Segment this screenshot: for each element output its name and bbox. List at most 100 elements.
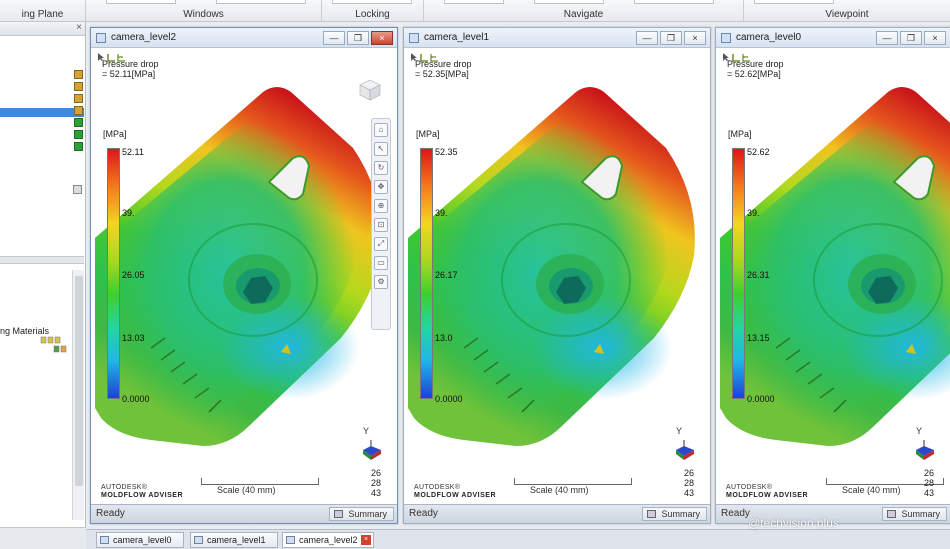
ribbon-windows-button[interactable] [106, 0, 176, 4]
model-viewport[interactable]: Pressure drop = 52.35[MPa] [MPa] 52.35 3… [404, 48, 710, 504]
task-status-icon [74, 94, 83, 103]
window-statusbar: Ready Summary [404, 504, 710, 523]
scale-label: Scale (40 mm) [842, 485, 901, 495]
tab-camera-level2[interactable]: camera_level2 × [282, 532, 374, 548]
result-value: = 52.35[MPa] [415, 69, 469, 79]
zoom-fit-icon[interactable]: ⤢ [374, 237, 388, 251]
tab-camera-level0[interactable]: camera_level0 [96, 532, 184, 548]
ribbon-navigate-button[interactable] [534, 0, 604, 4]
status-text: Ready [409, 508, 438, 519]
summary-icon [887, 510, 897, 518]
minimize-button[interactable]: — [876, 31, 898, 45]
window-titlebar[interactable]: camera_level0 — ❐ × [716, 28, 950, 48]
close-button[interactable]: × [684, 31, 706, 45]
ribbon-group-label: Viewpoint [825, 9, 869, 20]
ribbon-viewpoint-button[interactable] [754, 0, 834, 4]
orientation-triad-icon [363, 440, 381, 460]
colorbar-tick: 39. [747, 208, 760, 218]
summary-button[interactable]: Summary [882, 507, 947, 521]
colorbar-tick: 13.0 [435, 333, 453, 343]
readout-value: 28 [371, 478, 382, 488]
task-status-icon [74, 130, 83, 139]
section-icon[interactable]: ▭ [374, 256, 388, 270]
restore-button[interactable]: ❐ [660, 31, 682, 45]
restore-button[interactable]: ❐ [900, 31, 922, 45]
minimize-button[interactable]: — [323, 31, 345, 45]
ribbon-group-navigate: Navigate [424, 0, 744, 22]
tree-item-materials[interactable]: ng Materials [0, 326, 49, 336]
orientation-triad-icon [676, 440, 694, 460]
readout-value: 43 [684, 488, 695, 498]
panel-scrollbar[interactable] [72, 270, 84, 520]
result-title: Pressure drop = 52.35[MPa] [415, 59, 472, 79]
scroll-thumb[interactable] [75, 276, 83, 486]
ribbon-group-viewpoint: Viewpoint [744, 0, 950, 22]
pan-icon[interactable]: ✥ [374, 180, 388, 194]
tab-camera-level1[interactable]: camera_level1 [190, 532, 278, 548]
result-value: = 52.11[MPa] [102, 69, 156, 79]
readout-value: 28 [924, 478, 935, 488]
tab-label: camera_level1 [207, 535, 266, 545]
tree-toggle-icon[interactable] [73, 185, 82, 194]
window-statusbar: Ready Summary [91, 504, 397, 523]
minimize-button[interactable]: — [636, 31, 658, 45]
settings-icon[interactable]: ⚙ [374, 275, 388, 289]
document-icon [100, 536, 109, 544]
home-icon[interactable]: ⌂ [374, 123, 388, 137]
tab-label: camera_level2 [299, 535, 358, 545]
window-titlebar[interactable]: camera_level2 — ❐ × [91, 28, 397, 48]
colorbar-tick-max: 52.62 [747, 147, 770, 157]
tab-close-icon[interactable]: × [361, 535, 371, 545]
colorbar-tick-max: 52.11 [122, 147, 144, 157]
colorbar-tick-min: 0.0000 [747, 394, 775, 404]
close-button[interactable]: × [924, 31, 946, 45]
ribbon-windows-button[interactable] [216, 0, 306, 4]
task-status-icon [74, 70, 83, 79]
view-cube-icon[interactable] [358, 78, 382, 102]
ribbon-group-label: ing Plane [21, 9, 64, 20]
result-window-camera-level1[interactable]: camera_level1 — ❐ × Pressure drop = 52.3… [403, 27, 711, 524]
colorbar-tick-max: 52.35 [435, 147, 458, 157]
model-viewport[interactable]: Pressure drop = 52.62[MPa] [MPa] 52.62 3… [716, 48, 950, 504]
select-icon[interactable]: ↖ [374, 142, 388, 156]
result-name: Pressure drop [727, 59, 784, 69]
ribbon-navigate-button[interactable] [634, 0, 714, 4]
window-titlebar[interactable]: camera_level1 — ❐ × [404, 28, 710, 48]
zoom-icon[interactable]: ⊕ [374, 199, 388, 213]
ribbon-locking-button[interactable] [332, 0, 412, 4]
autodesk-logo-text: AUTODESK® [414, 484, 461, 491]
result-title: Pressure drop = 52.11[MPa] [102, 59, 159, 79]
summary-label: Summary [661, 509, 700, 519]
material-bottles-icon [40, 336, 67, 353]
pressure-colorbar [420, 148, 433, 399]
document-tabbar: camera_level0 camera_level1 camera_level… [86, 529, 950, 549]
restore-button[interactable]: ❐ [347, 31, 369, 45]
window-title: camera_level1 [424, 32, 490, 43]
zoom-box-icon[interactable]: ⊡ [374, 218, 388, 232]
status-text: Ready [721, 508, 750, 519]
rotate-icon[interactable]: ↻ [374, 161, 388, 175]
ribbon-group-label: Navigate [563, 9, 604, 20]
result-window-camera-level2[interactable]: camera_level2 — ❐ × Pressure drop = 52.1… [90, 27, 398, 524]
close-icon[interactable]: × [76, 22, 82, 33]
window-icon [96, 33, 106, 43]
moldflow-adviser-logo-text: MOLDFLOW ADVISER [726, 492, 809, 499]
result-window-camera-level0[interactable]: camera_level0 — ❐ × Pressure drop = 52.6… [715, 27, 950, 524]
summary-button[interactable]: Summary [329, 507, 394, 521]
result-title: Pressure drop = 52.62[MPa] [727, 59, 784, 79]
result-name: Pressure drop [102, 59, 159, 69]
model-viewport[interactable]: Pressure drop = 52.11[MPa] [MPa] 52.11 3… [91, 48, 397, 504]
tree-item-selected[interactable] [0, 108, 84, 117]
moldflow-adviser-logo-text: MOLDFLOW ADVISER [414, 492, 497, 499]
ribbon-navigate-button[interactable] [444, 0, 504, 4]
ribbon-group-plane: ing Plane [0, 0, 86, 22]
colorbar-tick: 39. [122, 208, 135, 218]
panel-splitter[interactable] [0, 256, 84, 264]
readout-value: 43 [924, 488, 935, 498]
autodesk-logo-text: AUTODESK® [101, 484, 148, 491]
window-icon [409, 33, 419, 43]
axis-label-y: Y [676, 426, 683, 436]
close-button[interactable]: × [371, 31, 393, 45]
summary-label: Summary [901, 509, 940, 519]
summary-button[interactable]: Summary [642, 507, 707, 521]
